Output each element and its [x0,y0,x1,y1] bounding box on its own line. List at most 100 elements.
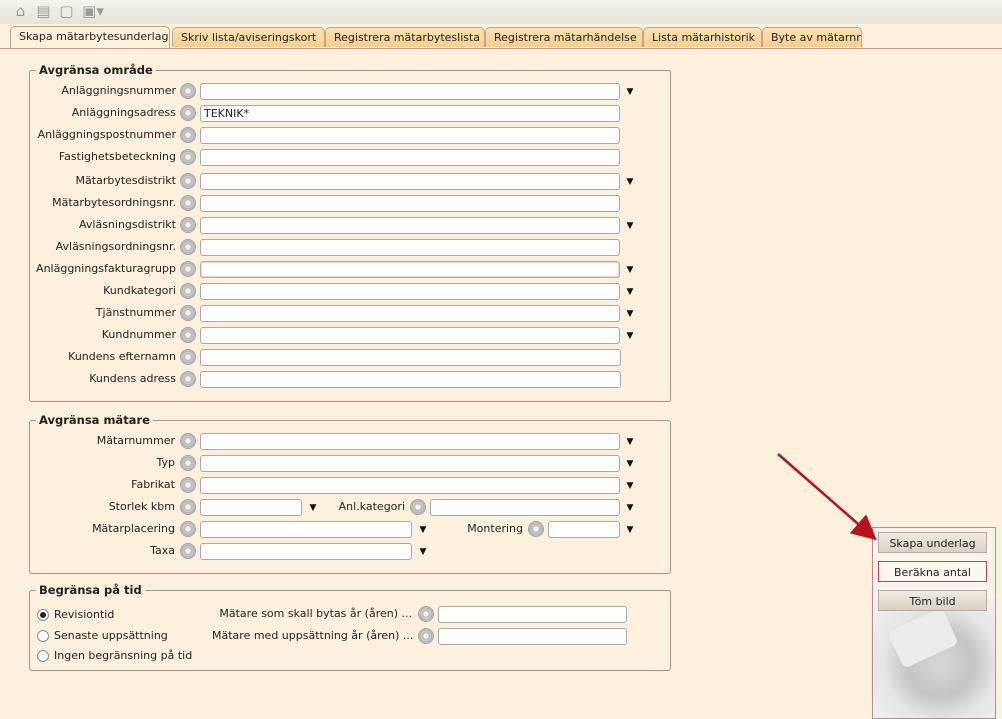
area-field-13-input[interactable] [200,371,621,388]
area-field-12-input[interactable] [200,349,621,366]
radio-revisiontid-button[interactable] [37,609,49,621]
storlek-field[interactable] [200,499,302,516]
area-field-11-input[interactable] [200,327,620,344]
montering-dropdown-icon[interactable]: ▼ [623,523,637,537]
taxa-settings-icon[interactable] [180,543,196,559]
tab-byte-av-matarnr[interactable]: Byte av mätarnr [762,27,862,47]
export-menu-icon[interactable]: ▣▾ [81,3,105,20]
matarplacering-field[interactable] [200,521,412,538]
tab-registrera-matarbyteslista[interactable]: Registrera mätarbyteslista [325,27,485,47]
area-legend: Avgränsa område [39,63,153,77]
area-field-7-label: Avläsningsordningsnr. [55,240,176,253]
matarnummer-settings-icon[interactable] [180,433,196,449]
area-field-10-input[interactable] [200,305,620,322]
area-field-12-label: Kundens efternamn [68,350,176,363]
meter-legend: Avgränsa mätare [39,413,150,427]
tab-lista-matarhistorik[interactable]: Lista mätarhistorik [643,27,762,47]
radio-senaste-uppsattning-button[interactable] [37,630,49,642]
area-field-0-dropdown-icon[interactable]: ▼ [623,85,637,99]
area-field-8-dropdown-icon[interactable]: ▼ [623,263,637,277]
clear-view-button[interactable]: Töm bild [878,590,987,611]
replace-years-settings-icon[interactable] [418,606,434,622]
area-field-8-label: Anläggningsfakturagrupp [36,262,176,275]
montering-field[interactable] [548,521,620,538]
open-icon[interactable]: ⌂ [12,3,29,20]
installed-years-settings-icon[interactable] [418,628,434,644]
taxa-field[interactable] [200,543,412,560]
fabrikat-dropdown-icon[interactable]: ▼ [623,479,637,493]
matarnummer-dropdown-icon[interactable]: ▼ [623,435,637,449]
decorative-image [873,598,995,718]
typ-settings-icon[interactable] [180,455,196,471]
area-field-12-settings-icon[interactable] [180,349,196,365]
typ-field[interactable] [200,455,620,472]
radio-senaste-uppsattning[interactable]: Senaste uppsättning [37,628,168,644]
print-preview-icon[interactable]: ▢ [58,3,75,20]
area-field-9-input[interactable] [200,283,620,300]
anlkategori-settings-icon[interactable] [410,499,426,515]
area-field-4-input[interactable] [200,173,620,190]
replace-years-label: Mätare som skall bytas år (åren) ... [219,607,412,620]
area-field-13-settings-icon[interactable] [180,371,196,387]
matarnummer-field[interactable] [200,433,620,450]
area-field-7-input[interactable] [200,239,620,256]
area-field-11-dropdown-icon[interactable]: ▼ [623,329,637,343]
replace-years-field[interactable] [438,606,627,623]
area-field-1-settings-icon[interactable] [180,105,196,121]
radio-ingen-begransning-button[interactable] [37,650,49,662]
fabrikat-settings-icon[interactable] [180,477,196,493]
radio-revisiontid-label: Revisiontid [54,608,115,621]
area-field-0-settings-icon[interactable] [180,83,196,99]
typ-dropdown-icon[interactable]: ▼ [623,457,637,471]
area-field-2-input[interactable] [200,127,620,144]
fabrikat-field[interactable] [200,477,620,494]
area-field-5-label: Mätarbytesordningsnr. [52,196,176,209]
area-field-11-settings-icon[interactable] [180,327,196,343]
installed-years-field[interactable] [438,628,627,645]
area-field-0-label: Anläggningsnummer [61,84,176,97]
area-field-3-settings-icon[interactable] [180,149,196,165]
area-field-4-dropdown-icon[interactable]: ▼ [623,175,637,189]
anlkategori-field[interactable] [430,499,620,516]
calculate-count-button[interactable]: Beräkna antal [878,561,987,582]
anlkategori-dropdown-icon[interactable]: ▼ [623,501,637,515]
area-field-7-settings-icon[interactable] [180,239,196,255]
area-field-5-settings-icon[interactable] [180,195,196,211]
area-field-6-label: Avläsningsdistrikt [79,218,176,231]
radio-revisiontid[interactable]: Revisiontid [37,607,114,623]
tab-skapa-matarbytesunderlag[interactable]: Skapa mätarbytesunderlag [10,26,170,48]
taxa-label: Taxa [150,544,175,557]
area-field-6-dropdown-icon[interactable]: ▼ [623,219,637,233]
area-field-10-settings-icon[interactable] [180,305,196,321]
montering-settings-icon[interactable] [528,521,544,537]
create-basis-button[interactable]: Skapa underlag [878,532,987,553]
area-field-1-label: Anläggningsadress [71,106,176,119]
installed-years-label: Mätare med uppsättning år (åren) ... [212,629,414,642]
area-field-6-input[interactable] [200,217,620,234]
area-field-8-input[interactable] [200,261,620,278]
radio-ingen-begransning[interactable]: Ingen begränsning på tid [37,648,192,664]
taxa-dropdown-icon[interactable]: ▼ [416,545,430,559]
toolbar: ⌂ ▤ ▢ ▣▾ [0,0,1002,25]
area-field-13-label: Kundens adress [89,372,176,385]
tab-skriv-lista[interactable]: Skriv lista/aviseringskort [172,27,325,47]
area-field-0-input[interactable] [200,83,620,100]
matarplacering-settings-icon[interactable] [180,521,196,537]
storlek-settings-icon[interactable] [180,499,196,515]
area-field-2-settings-icon[interactable] [180,127,196,143]
tab-registrera-matarhandelse[interactable]: Registrera mätarhändelse [485,27,643,47]
print-icon[interactable]: ▤ [35,3,52,20]
area-field-3-input[interactable] [200,149,620,166]
area-field-6-settings-icon[interactable] [180,217,196,233]
storlek-dropdown-icon[interactable]: ▼ [306,501,320,515]
area-field-9-dropdown-icon[interactable]: ▼ [623,285,637,299]
matarplacering-dropdown-icon[interactable]: ▼ [416,523,430,537]
area-field-4-settings-icon[interactable] [180,173,196,189]
area-field-9-settings-icon[interactable] [180,283,196,299]
area-field-5-input[interactable] [200,195,620,212]
area-field-10-dropdown-icon[interactable]: ▼ [623,307,637,321]
radio-senaste-uppsattning-label: Senaste uppsättning [54,629,168,642]
area-field-8-settings-icon[interactable] [180,261,196,277]
storlek-label: Storlek kbm [108,500,175,513]
area-field-1-input[interactable] [200,105,620,122]
